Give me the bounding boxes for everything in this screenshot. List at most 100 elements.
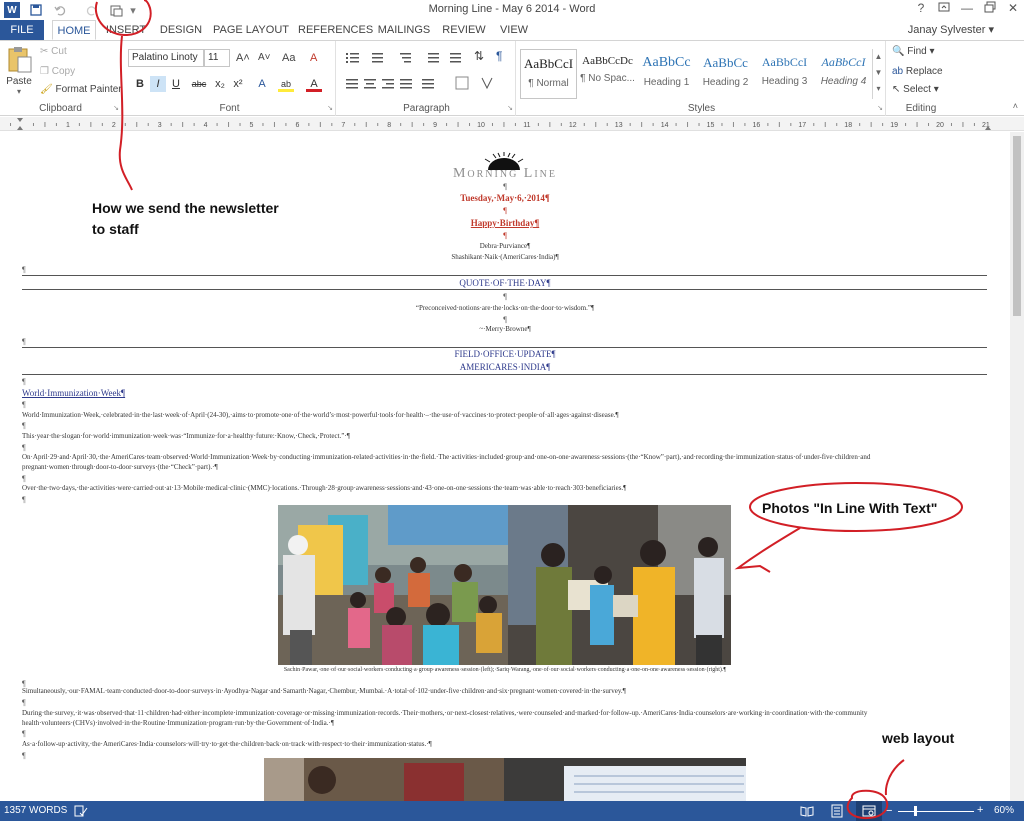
- word-window: W ▾ Morning Line - May 6 2014 - Word ? —…: [0, 0, 1024, 821]
- styles-scroll[interactable]: ▲ ▼ ▾: [872, 49, 884, 99]
- zoom-in-button[interactable]: +: [977, 805, 983, 816]
- zoom-out-button[interactable]: −: [886, 806, 892, 817]
- ribbon-display-options-icon[interactable]: [935, 1, 953, 17]
- bold-button[interactable]: B: [132, 76, 148, 92]
- style-sample: AaBbCc: [642, 55, 691, 70]
- font-launcher-icon[interactable]: ↘: [327, 104, 333, 112]
- tab-references[interactable]: REFERENCES: [298, 20, 373, 40]
- change-case-button[interactable]: Aa: [282, 52, 295, 64]
- replace-button[interactable]: ab Replace: [892, 66, 943, 77]
- tab-page-layout[interactable]: PAGE LAYOUT: [212, 20, 290, 40]
- pilcrow: ¶: [503, 292, 507, 301]
- style-heading-1[interactable]: AaBbCc Heading 1: [638, 49, 695, 99]
- document-area[interactable]: Morning Line ¶ Tuesday,·May·6,·2014¶ ¶ H…: [0, 132, 1010, 801]
- status-bar: 1357 WORDS − + 60%: [0, 801, 1024, 821]
- vertical-scrollbar[interactable]: [1010, 132, 1024, 801]
- paste-button[interactable]: Paste ▾: [4, 45, 34, 105]
- styles-launcher-icon[interactable]: ↘: [877, 104, 883, 112]
- ruler-number: 11: [523, 122, 530, 129]
- style-normal[interactable]: AaBbCcI ¶ Normal: [520, 49, 577, 99]
- read-mode-icon[interactable]: [800, 804, 814, 821]
- user-name[interactable]: Janay Sylvester: [908, 24, 986, 36]
- tab-insert[interactable]: INSERT: [104, 20, 148, 40]
- paste-dropdown-icon[interactable]: ▾: [4, 87, 34, 96]
- web-layout-button[interactable]: [856, 801, 882, 821]
- user-dropdown-icon[interactable]: ▾: [988, 24, 994, 36]
- font-name-combo[interactable]: Palatino Linoty: [128, 49, 204, 67]
- web-layout-icon: [862, 805, 876, 817]
- pilcrow: ¶: [22, 377, 26, 386]
- cut-button[interactable]: ✂ Cut: [40, 46, 67, 57]
- scrollbar-thumb[interactable]: [1013, 136, 1021, 316]
- highlight-button[interactable]: ab: [278, 76, 294, 92]
- style-no-spacing[interactable]: AaBbCcDc ¶ No Spac...: [579, 49, 636, 99]
- print-layout-icon[interactable]: [830, 804, 844, 821]
- close-button[interactable]: ✕: [1004, 1, 1022, 17]
- underline-button[interactable]: U: [168, 76, 184, 92]
- paste-icon: [8, 47, 32, 73]
- zoom-level[interactable]: 60%: [994, 805, 1014, 816]
- clipboard-launcher-icon[interactable]: ↘: [113, 104, 119, 112]
- tab-home[interactable]: HOME: [52, 20, 96, 40]
- italic-button[interactable]: I: [150, 76, 166, 92]
- strikethrough-button[interactable]: abc: [190, 76, 208, 92]
- ruler-number: 16: [753, 122, 761, 129]
- proofing-icon[interactable]: [74, 804, 88, 821]
- clear-formatting-button[interactable]: A: [310, 52, 317, 64]
- superscript-button[interactable]: x²: [230, 76, 246, 92]
- ruler-number: 8: [387, 122, 391, 129]
- zoom-slider[interactable]: [898, 811, 974, 812]
- replace-label: Replace: [905, 66, 943, 77]
- style-heading-3[interactable]: AaBbCcI Heading 3: [756, 49, 813, 99]
- word-count[interactable]: 1357 WORDS: [4, 805, 67, 816]
- photo-survey-records-image: [504, 758, 746, 801]
- photo-group-session-image: [278, 505, 508, 665]
- window-title: Morning Line - May 6 2014 - Word: [428, 3, 596, 15]
- format-painter-button[interactable]: 🖌 Format Painter: [40, 84, 122, 95]
- tab-view[interactable]: VIEW: [496, 20, 532, 40]
- indent-marker[interactable]: [17, 118, 23, 130]
- user-account[interactable]: Janay Sylvester ▾: [908, 23, 994, 36]
- horizontal-ruler[interactable]: 1 2 3 4 5 6 7 8 9 10 11 12 13 14 15 16 17 18 19 20 21: [0, 117, 1024, 131]
- collapse-ribbon-icon[interactable]: ˄: [1013, 101, 1018, 111]
- editing-group: 🔍 Find ▾ ab Replace ↖ Select ▾ Editing: [888, 41, 954, 116]
- grow-font-button[interactable]: A˄: [236, 52, 250, 64]
- sort-button[interactable]: ⇅: [474, 49, 484, 63]
- paragraph-group-label: Paragraph: [403, 103, 450, 114]
- photo-group-session[interactable]: [278, 505, 508, 665]
- copy-button[interactable]: ❐ Copy: [40, 66, 75, 77]
- tab-mailings[interactable]: MAILINGS: [376, 20, 432, 40]
- zoom-slider-thumb[interactable]: [914, 806, 917, 816]
- ruler-number: 10: [477, 122, 485, 129]
- find-button[interactable]: 🔍 Find ▾: [892, 46, 935, 57]
- style-heading-2[interactable]: AaBbCc Heading 2: [697, 49, 754, 99]
- photo-survey-records[interactable]: [504, 758, 746, 801]
- ruler-number: 18: [844, 122, 852, 129]
- tab-design[interactable]: DESIGN: [156, 20, 206, 40]
- font-size-combo[interactable]: 11: [204, 49, 230, 67]
- photo-one-on-one-session[interactable]: [508, 505, 731, 665]
- style-sample: AaBbCcI: [761, 55, 808, 69]
- ruler-number: 12: [569, 122, 577, 129]
- restore-button[interactable]: [981, 1, 999, 17]
- minimize-button[interactable]: —: [958, 1, 976, 17]
- text-effects-button[interactable]: A: [254, 76, 270, 92]
- subscript-button[interactable]: x₂: [212, 76, 228, 92]
- photo-survey-child[interactable]: [264, 758, 504, 801]
- birthday-name: Shashikant·Naik·(AmeriCares·India)¶: [451, 253, 559, 261]
- annotation-web-layout: web layout: [882, 730, 955, 746]
- select-button[interactable]: ↖ Select ▾: [892, 84, 939, 95]
- divider: [22, 374, 987, 375]
- paste-label: Paste: [6, 76, 32, 87]
- shrink-font-button[interactable]: A˅: [258, 52, 271, 63]
- help-button[interactable]: ?: [912, 1, 930, 17]
- paragraph-launcher-icon[interactable]: ↘: [507, 104, 513, 112]
- tab-file[interactable]: FILE: [0, 20, 44, 40]
- birthday-name: Debra·Purviance¶: [479, 242, 531, 250]
- section-heading: FIELD·OFFICE·UPDATE¶: [454, 349, 556, 359]
- show-formatting-button[interactable]: ¶: [496, 49, 502, 63]
- font-color-button[interactable]: A: [306, 76, 322, 92]
- tab-review[interactable]: REVIEW: [440, 20, 488, 40]
- style-heading-4[interactable]: AaBbCcI Heading 4: [815, 49, 872, 99]
- styles-group: AaBbCcI ¶ Normal AaBbCcDc ¶ No Spac... AaB…: [518, 41, 886, 116]
